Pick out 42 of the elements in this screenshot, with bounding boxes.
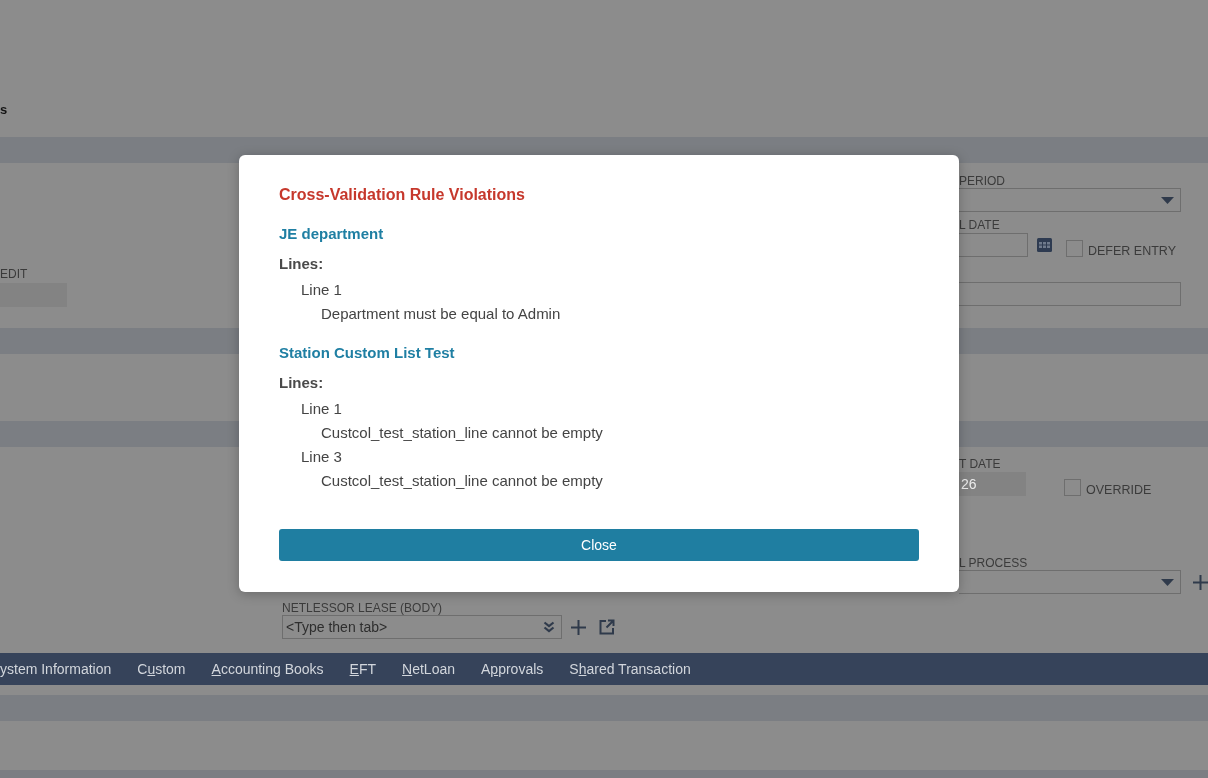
checkbox-label: DEFER ENTRY [1088,244,1176,258]
plus-icon[interactable] [571,619,586,635]
checkbox[interactable] [1066,239,1083,257]
select-field[interactable] [959,188,1181,212]
error-message: Department must be equal to Admin [321,304,561,324]
close-button[interactable]: Close [279,529,919,561]
field-label: L PROCESS [959,556,1028,570]
field-label: EDIT [0,267,28,281]
rule-name: JE department [279,224,384,244]
checkbox[interactable] [1064,478,1081,496]
rule-name: Station Custom List Test [279,343,455,363]
checkbox-label: OVERRIDE [1086,483,1152,497]
line-label: Line 3 [301,447,342,467]
lines-heading: Lines: [279,254,324,274]
lookup-field[interactable]: <Type then tab> [282,615,562,639]
line-label: Line 1 [301,280,342,300]
error-message: Custcol_test_station_line cannot be empty [321,471,603,491]
subtab[interactable]: EFT [349,660,377,678]
dialog-title: Cross-Validation Rule Violations [279,185,525,205]
lines-heading: Lines: [279,373,324,393]
field-label: T DATE [959,457,1001,471]
line-label: Line 1 [301,399,342,419]
caret-down-icon [1161,196,1174,204]
subtab[interactable]: Shared Transaction [569,660,691,678]
readonly-field: 26 [959,472,1026,496]
plus-icon[interactable] [1193,574,1208,590]
select-field[interactable] [959,570,1181,594]
subtab[interactable]: Custom [137,660,186,678]
field-label: NETLESSOR LEASE (BODY) [282,601,443,615]
field-label: PERIOD [959,174,1005,188]
calendar-icon[interactable] [1037,238,1052,252]
external-link-icon[interactable] [599,619,615,635]
subtab[interactable]: NetLoan [402,660,455,678]
field-label: L DATE [959,218,1000,232]
error-message: Custcol_test_station_line cannot be empty [321,423,603,443]
caret-down-icon [1161,578,1174,586]
subtab[interactable]: Accounting Books [211,660,324,678]
text-field[interactable] [959,282,1181,306]
page-title: s [0,102,8,118]
double-chevron-down-icon[interactable] [543,621,555,633]
subtab[interactable]: Approvals [481,660,544,678]
subtab[interactable]: ystem Information [0,660,112,678]
